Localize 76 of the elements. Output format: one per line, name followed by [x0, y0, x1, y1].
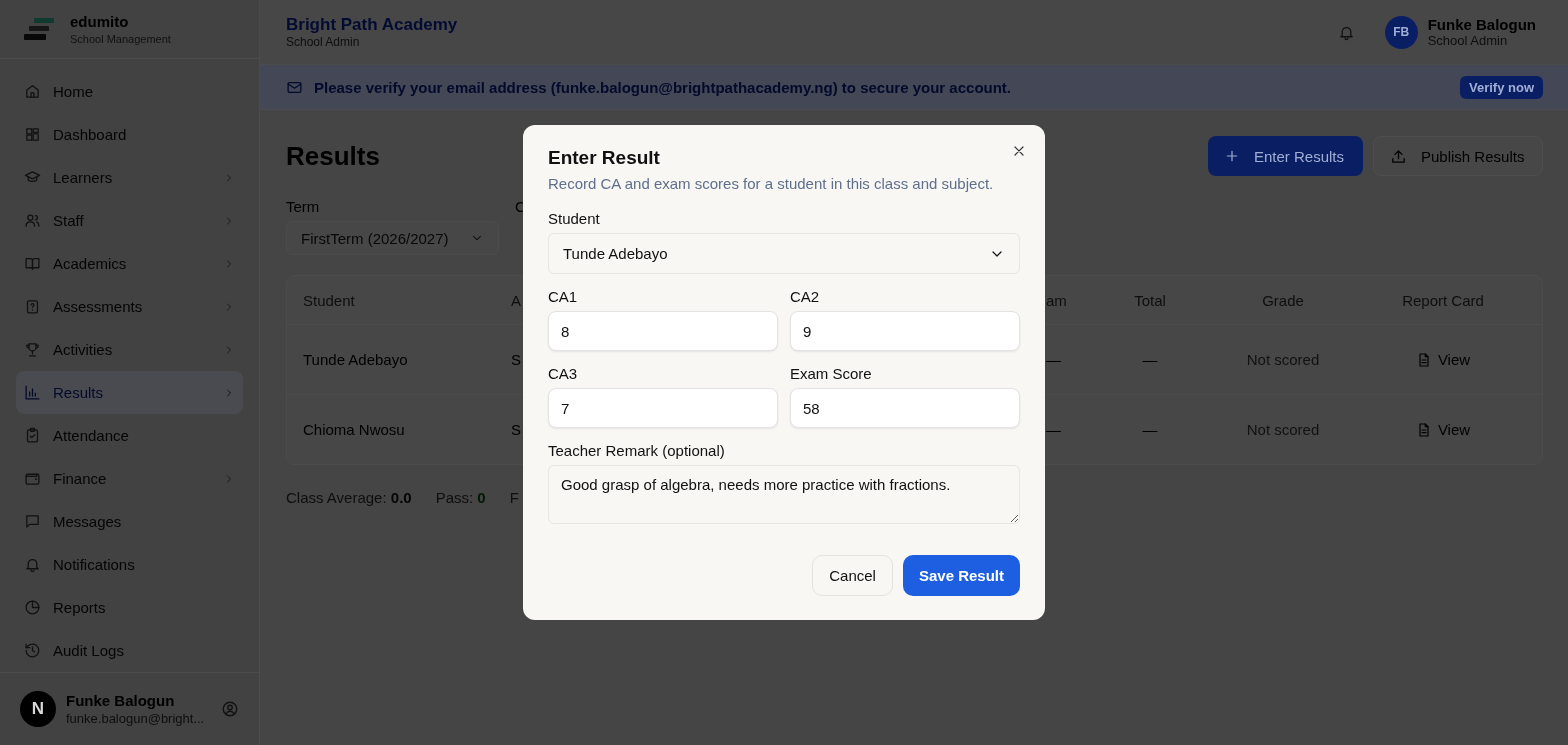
- plus-icon: [1224, 148, 1240, 164]
- bell-icon: [24, 556, 41, 574]
- nav-item[interactable]: Reports: [16, 586, 243, 630]
- column-header: Grade: [1262, 291, 1304, 309]
- nav-item[interactable]: Notifications: [16, 543, 243, 587]
- user-name: Funke Balogun: [1427, 16, 1536, 33]
- cancel-button[interactable]: Cancel: [812, 555, 893, 596]
- nav-item[interactable]: Academics: [16, 242, 243, 286]
- field-label: CA2: [790, 288, 821, 305]
- nav-item[interactable]: Learners: [16, 156, 243, 200]
- brand-name: edumito: [70, 13, 130, 31]
- table-cell: —: [1142, 421, 1158, 438]
- dialog-subtitle: Record CA and exam scores for a student in this class and subject.: [548, 175, 995, 192]
- pie-chart-icon: [24, 599, 41, 617]
- field-label: Exam Score: [790, 365, 873, 382]
- publish-results-button[interactable]: Publish Results: [1373, 136, 1543, 176]
- avatar: FB: [1384, 15, 1418, 49]
- avatar: N: [20, 691, 56, 728]
- field-label: CA1: [548, 288, 579, 305]
- column-header: Total: [1134, 291, 1166, 309]
- table-cell: —: [1142, 351, 1158, 368]
- term-select[interactable]: FirstTerm (2026/2027): [286, 221, 499, 255]
- verify-button[interactable]: Verify now: [1459, 75, 1543, 99]
- column-header: A: [511, 291, 521, 309]
- table-cell: Tunde Adebayo: [303, 351, 408, 368]
- column-header: Report Card: [1402, 291, 1484, 309]
- nav-item[interactable]: Messages: [16, 500, 243, 544]
- nav-item[interactable]: Attendance: [16, 414, 243, 458]
- field-label: Teacher Remark (optional): [548, 442, 726, 459]
- book-icon: [24, 255, 41, 273]
- table-cell: —: [1046, 421, 1061, 438]
- student-select[interactable]: Tunde Adebayo: [548, 233, 1020, 274]
- view-link[interactable]: View: [1415, 421, 1471, 438]
- nav-item[interactable]: Dashboard: [16, 113, 243, 157]
- nav-item[interactable]: Results: [16, 371, 243, 415]
- house-icon: [24, 83, 41, 101]
- enter-results-button[interactable]: Enter Results: [1208, 136, 1363, 176]
- column-header: Student: [303, 291, 355, 309]
- input-field[interactable]: 9: [790, 311, 1020, 351]
- column-header: am: [1046, 291, 1067, 309]
- nav-item[interactable]: Audit Logs: [16, 629, 243, 673]
- nav-item[interactable]: Staff: [16, 199, 243, 243]
- nav-item[interactable]: Assessments: [16, 285, 243, 329]
- user-role: School Admin: [286, 35, 361, 49]
- question-clipboard-icon: [24, 298, 41, 316]
- table-cell: Chioma Nwosu: [303, 421, 405, 438]
- nav-item[interactable]: Home: [16, 70, 243, 114]
- clipboard-check-icon: [24, 427, 41, 445]
- input-field[interactable]: 58: [790, 388, 1020, 428]
- input-field[interactable]: 7: [548, 388, 778, 428]
- dashboard-icon: [24, 126, 41, 144]
- page-title: Results: [286, 140, 380, 172]
- filter-label: Term: [286, 198, 321, 215]
- dialog-title: Enter Result: [548, 147, 661, 169]
- nav-item[interactable]: Activities: [16, 328, 243, 372]
- school-name: Bright Path Academy: [286, 15, 458, 35]
- user-circle-icon: [221, 700, 239, 719]
- user-role: School Admin: [1427, 33, 1509, 48]
- remark-field[interactable]: Good grasp of algebra, needs more practice with fractions.: [548, 465, 1020, 524]
- user-name: Funke Balogun: [66, 692, 176, 710]
- view-link[interactable]: View: [1415, 351, 1471, 368]
- save-button[interactable]: Save Result: [902, 555, 1020, 596]
- field-label: CA3: [548, 365, 579, 382]
- field-label: Student: [548, 210, 601, 227]
- table-cell: S: [511, 351, 521, 368]
- table-cell: S: [511, 421, 521, 438]
- stat-text: Class Average: 0.0: [286, 489, 412, 506]
- people-icon: [24, 212, 41, 230]
- upload-icon: [1390, 147, 1407, 165]
- banner-message: Please verify your email address (funke.balogun@brightpathacademy.ng) to secure your account.: [314, 78, 1012, 96]
- trophy-icon: [24, 341, 41, 359]
- table-cell: —: [1046, 351, 1061, 368]
- history-icon: [24, 642, 41, 660]
- nav-item[interactable]: Finance: [16, 457, 243, 501]
- bar-chart-icon: [24, 384, 41, 402]
- input-field[interactable]: 8: [548, 311, 778, 351]
